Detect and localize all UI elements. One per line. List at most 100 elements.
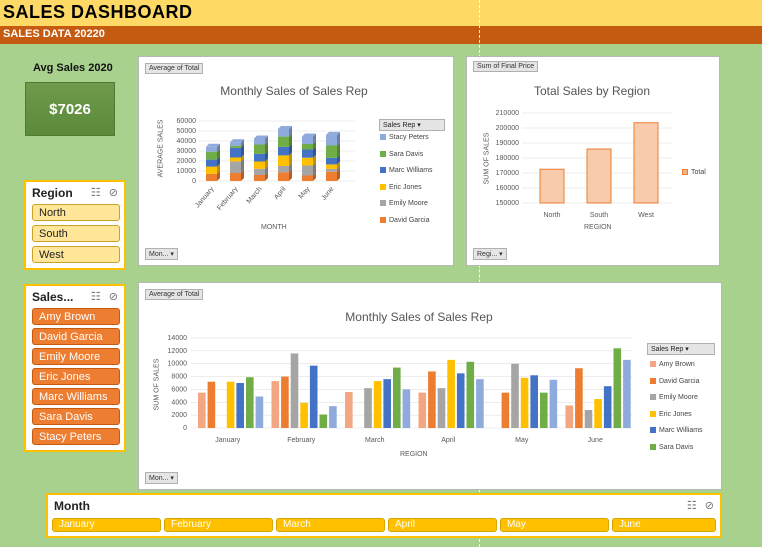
legend-item: David Garcia — [650, 377, 699, 385]
y-tick-label: 0 — [183, 425, 187, 432]
stacked-bar-plot: 60000 50000 40000 30000 20000 10000 0January Fe… — [177, 118, 355, 212]
region-bar-plot: 210000 200000 190000 180000 170000 160000 1500… — [496, 110, 672, 219]
legend-item: Marc Williams — [380, 167, 433, 174]
bar-segment — [278, 155, 289, 166]
bar-segment — [230, 161, 241, 173]
x-tick-label: March — [365, 437, 385, 444]
legend-swatch — [682, 169, 688, 175]
sales-rep-item[interactable]: Sara Davis — [32, 408, 120, 425]
bar-segment — [230, 142, 241, 146]
multiselect-icon[interactable]: ☷ — [91, 187, 101, 199]
chart-monthly-clustered[interactable]: Average of Total Monthly Sales of Sales … — [138, 282, 722, 490]
sales-rep-item[interactable]: Marc Williams — [32, 388, 120, 405]
legend-swatch — [380, 200, 386, 206]
legend-swatch — [650, 361, 656, 367]
month-item[interactable]: April — [388, 518, 497, 532]
y-tick-label: 8000 — [171, 374, 187, 381]
month-item[interactable]: February — [164, 518, 273, 532]
chart-title: Monthly Sales of Sales Rep — [220, 84, 368, 98]
multiselect-icon[interactable]: ☷ — [91, 291, 101, 303]
region-slicer-title: Region — [32, 186, 73, 200]
legend-filter-button[interactable]: Sales Rep ▾ — [379, 119, 445, 131]
y-tick-label: 4000 — [171, 399, 187, 406]
legend-label: Emily Moore — [389, 200, 428, 207]
pivot-field-tag[interactable]: Average of Total — [145, 289, 204, 300]
clear-filter-icon[interactable]: ⊘ — [705, 500, 714, 512]
bar — [329, 406, 337, 428]
legend-swatch — [650, 427, 656, 434]
region-slicer[interactable]: Region ☷ ⊘ North South West — [24, 180, 126, 270]
region-item-south[interactable]: South — [32, 225, 120, 242]
y-tick-label: 20000 — [177, 158, 197, 165]
y-tick-label: 2000 — [171, 412, 187, 419]
legend-item: Stacy Peters — [380, 134, 429, 141]
sales-rep-slicer[interactable]: Sales... ☷ ⊘ Amy Brown David Garcia Emily… — [24, 284, 126, 452]
field-button[interactable]: Mon... ▾ — [145, 248, 178, 260]
y-tick-label: 0 — [192, 178, 196, 185]
bar-segment — [302, 157, 313, 166]
bar — [198, 392, 206, 428]
y-tick-label: 200000 — [496, 125, 519, 132]
bar — [549, 379, 558, 428]
month-item[interactable]: March — [276, 518, 385, 532]
y-tick-label: 40000 — [177, 138, 197, 145]
sales-rep-slicer-title: Sales... — [32, 290, 74, 304]
sales-rep-item[interactable]: David Garcia — [32, 328, 120, 345]
clear-filter-icon[interactable]: ⊘ — [109, 187, 118, 199]
bar — [393, 367, 401, 428]
bar — [373, 381, 382, 428]
x-tick-label: June — [588, 437, 603, 444]
y-axis-label: SUM OF SALES — [153, 358, 161, 411]
field-button[interactable]: Mon... ▾ — [145, 472, 178, 484]
chart-region-sales[interactable]: Sum of Final Price Total Sales by Region… — [466, 56, 720, 266]
bar-segment — [326, 145, 337, 158]
pivot-field-tag[interactable]: Average of Total — [145, 63, 204, 74]
y-axis-label: AVERAGE SALES — [157, 119, 165, 178]
legend-label: Amy Brown — [659, 361, 695, 368]
sales-rep-item[interactable]: Eric Jones — [32, 368, 120, 385]
y-tick-label: 60000 — [177, 118, 197, 125]
bar-segment — [278, 172, 289, 181]
legend-label: Eric Jones — [659, 410, 692, 418]
bar — [466, 361, 475, 428]
month-item[interactable]: January — [52, 518, 161, 532]
clear-filter-icon[interactable]: ⊘ — [109, 291, 118, 303]
field-button[interactable]: Regi... ▾ — [473, 248, 507, 260]
bar — [281, 376, 289, 428]
sales-rep-item[interactable]: Stacy Peters — [32, 428, 120, 445]
month-item[interactable]: June — [612, 518, 716, 532]
bar-segment — [206, 146, 217, 152]
sales-rep-item[interactable]: Emily Moore — [32, 348, 120, 365]
sales-rep-item[interactable]: Amy Brown — [32, 308, 120, 325]
bar-segment — [326, 157, 337, 165]
month-item[interactable]: May — [500, 518, 609, 532]
region-item-west[interactable]: West — [32, 246, 120, 263]
x-tick-label: May — [515, 437, 529, 444]
avg-sales-card[interactable]: $7026 — [25, 82, 115, 136]
legend-filter-button[interactable]: Sales Rep ▾ — [647, 343, 715, 355]
bar — [613, 348, 622, 428]
month-slicer[interactable]: Month ☷ ⊘ January February March April Ma… — [46, 493, 722, 538]
bar-segment — [206, 151, 217, 160]
bar-segment — [278, 136, 289, 147]
bar — [633, 122, 659, 204]
bar — [586, 148, 612, 204]
bar — [603, 386, 612, 428]
legend-item: Eric Jones — [650, 410, 692, 418]
bar-segment — [230, 145, 241, 148]
region-item-north[interactable]: North — [32, 204, 120, 221]
bar-segment — [254, 168, 265, 175]
y-tick-label: 170000 — [496, 170, 519, 177]
multiselect-icon[interactable]: ☷ — [687, 500, 697, 512]
chart-monthly-stacked[interactable]: Average of Total Monthly Sales of Sales … — [138, 56, 454, 266]
legend-swatch — [380, 167, 386, 173]
pivot-field-tag[interactable]: Sum of Final Price — [473, 61, 539, 72]
legend-swatch — [380, 183, 386, 190]
legend-swatch — [650, 377, 656, 384]
x-tick-label: February — [287, 437, 316, 444]
bar — [345, 392, 353, 428]
bar-segment — [302, 149, 313, 158]
bar-segment — [254, 138, 265, 145]
bar — [271, 381, 280, 428]
y-axis-label: SUM OF SALES — [483, 132, 491, 185]
